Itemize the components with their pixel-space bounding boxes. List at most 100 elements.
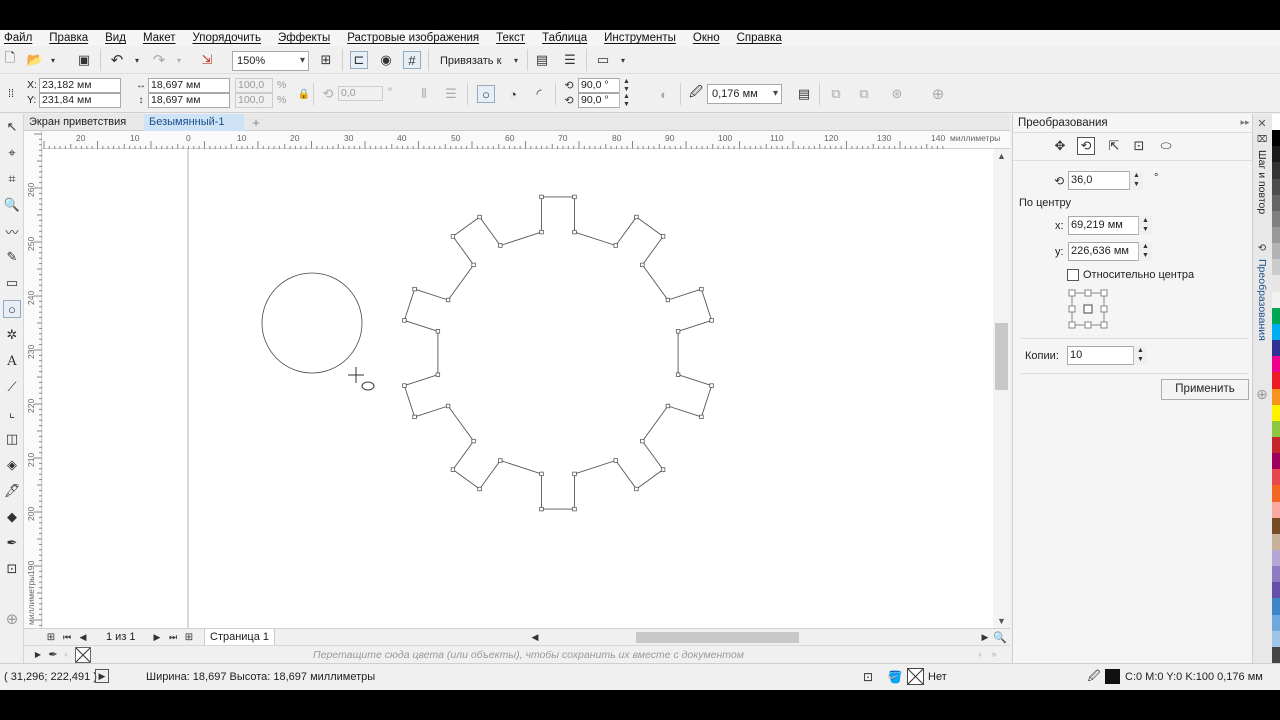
new-document-icon[interactable]: 🗋: [1, 50, 19, 69]
color-swatch[interactable]: [1272, 146, 1280, 164]
drop-shadow-tool-icon[interactable]: ◫: [3, 430, 21, 448]
scrollbar-thumb[interactable]: [995, 323, 1008, 390]
rotation-angle-field[interactable]: 0,0: [338, 86, 383, 101]
text-tool-icon[interactable]: A: [3, 352, 21, 370]
redo-icon[interactable]: ↷: [150, 51, 168, 69]
horizontal-scrollbar-thumb[interactable]: [636, 632, 799, 643]
horizontal-ruler[interactable]: 20 10 0 10 20 30 40 50 60 70 80 90 100 1…: [42, 131, 1010, 149]
mesh-fill-tool-icon[interactable]: ⊡: [3, 560, 21, 578]
color-swatch[interactable]: [1272, 291, 1280, 309]
color-swatch[interactable]: [1272, 356, 1280, 374]
color-swatch[interactable]: [1272, 130, 1280, 148]
color-swatch[interactable]: [1272, 582, 1280, 600]
color-swatch[interactable]: [1272, 194, 1280, 212]
chevron-down-icon[interactable]: ▾: [614, 51, 632, 69]
color-swatch[interactable]: [1272, 404, 1280, 422]
full-screen-icon[interactable]: ⊞: [317, 51, 335, 69]
mirror-horizontal-icon[interactable]: ⫴: [415, 85, 433, 103]
color-swatch[interactable]: [1272, 114, 1280, 131]
size-transform-icon[interactable]: ⊡: [1130, 137, 1148, 155]
add-tool-icon[interactable]: ⊕: [3, 610, 21, 628]
chevron-down-icon[interactable]: ▾: [170, 51, 188, 69]
to-front-icon[interactable]: ⧉: [827, 85, 845, 103]
change-direction-icon[interactable]: ◐: [655, 85, 673, 103]
alignment-guides-icon[interactable]: ☰: [561, 51, 579, 69]
color-swatch[interactable]: [1272, 453, 1280, 471]
save-icon[interactable]: ▣: [75, 51, 93, 69]
reference-point-icon[interactable]: ⁞⁞: [2, 85, 20, 103]
center-y-field[interactable]: 226,636 мм: [1068, 242, 1139, 261]
document-color-icon[interactable]: ⊡: [859, 668, 877, 686]
menu-view[interactable]: Вид: [105, 32, 126, 44]
scale-y-field[interactable]: 100,0: [235, 93, 273, 108]
outline-color-swatch[interactable]: [1105, 669, 1120, 684]
pick-tool-icon[interactable]: ↖: [3, 118, 21, 136]
color-swatch[interactable]: [1272, 469, 1280, 487]
double-chevron-right-icon[interactable]: »: [988, 646, 1000, 662]
insert-page-before-icon[interactable]: ⊞: [44, 629, 58, 645]
color-swatch[interactable]: [1272, 533, 1280, 551]
color-swatch[interactable]: [1272, 436, 1280, 454]
pie-mode-icon[interactable]: ◔: [504, 85, 522, 103]
color-swatch[interactable]: [1272, 259, 1280, 277]
add-icon[interactable]: ⊕: [929, 85, 947, 103]
mirror-vertical-icon[interactable]: ☰: [442, 85, 460, 103]
add-docker-icon[interactable]: ⊕: [1254, 386, 1270, 402]
add-tab-icon[interactable]: +: [248, 114, 264, 130]
position-transform-icon[interactable]: ✥: [1051, 137, 1069, 155]
circle-shape[interactable]: [261, 272, 363, 374]
gear-shape[interactable]: [403, 196, 713, 510]
menu-effects[interactable]: Эффекты: [278, 32, 330, 44]
arc-end-spinner[interactable]: ▲ ▼: [619, 93, 633, 108]
y-position-field[interactable]: 231,84 мм: [39, 93, 121, 108]
rotation-angle-spinner[interactable]: ▲ ▼: [1129, 171, 1143, 190]
page-tab[interactable]: Страница 1: [204, 629, 276, 646]
undo-icon[interactable]: ↶: [108, 51, 126, 69]
color-swatch[interactable]: [1272, 210, 1280, 228]
previous-page-icon[interactable]: ◀: [76, 629, 90, 645]
relative-center-checkbox[interactable]: [1067, 269, 1079, 281]
palette-menu-icon[interactable]: ▶: [32, 646, 44, 662]
color-swatch[interactable]: [1272, 485, 1280, 503]
chevron-down-icon[interactable]: ▾: [507, 51, 525, 69]
rotate-transform-icon[interactable]: ⟲: [1077, 137, 1095, 155]
first-page-icon[interactable]: ⏮: [60, 629, 74, 645]
skew-transform-icon[interactable]: ⬭: [1157, 137, 1175, 155]
color-swatch[interactable]: [1272, 630, 1280, 648]
color-swatch[interactable]: [1272, 178, 1280, 196]
polygon-tool-icon[interactable]: ✲: [3, 326, 21, 344]
next-page-icon[interactable]: ▶: [150, 629, 164, 645]
zoom-navigator-icon[interactable]: 🔍: [993, 629, 1007, 645]
scale-x-field[interactable]: 100,0: [235, 78, 273, 93]
outline-pen-icon[interactable]: 🖉: [1085, 668, 1103, 686]
arc-start-angle-field[interactable]: 90,0 °: [578, 78, 620, 93]
chevron-left-icon[interactable]: ‹: [61, 646, 71, 662]
menu-bitmaps[interactable]: Растровые изображения: [347, 32, 479, 44]
color-swatch[interactable]: [1272, 614, 1280, 632]
color-swatch[interactable]: [1272, 162, 1280, 180]
gear-outline[interactable]: [403, 196, 713, 510]
insert-page-after-icon[interactable]: ⊞: [182, 629, 196, 645]
height-field[interactable]: 18,697 мм: [148, 93, 230, 108]
convert-to-curves-icon[interactable]: ⊛: [888, 85, 906, 103]
snap-to-dropdown[interactable]: Привязать к: [440, 55, 501, 67]
arc-mode-icon[interactable]: ◜: [530, 85, 548, 103]
freehand-tool-icon[interactable]: 〰: [3, 222, 21, 240]
open-folder-icon[interactable]: 📂: [26, 51, 44, 69]
to-back-icon[interactable]: ⧉: [855, 85, 873, 103]
ellipse-mode-icon[interactable]: ○: [477, 85, 495, 103]
center-y-spinner[interactable]: ▲ ▼: [1138, 242, 1152, 261]
color-swatch[interactable]: [1272, 307, 1280, 325]
fill-bucket-icon[interactable]: 🪣: [886, 668, 904, 686]
color-swatch[interactable]: [1272, 517, 1280, 535]
color-swatch[interactable]: [1272, 549, 1280, 567]
color-swatch[interactable]: [1272, 501, 1280, 519]
color-swatch[interactable]: [1272, 372, 1280, 390]
width-field[interactable]: 18,697 мм: [148, 78, 230, 93]
options-icon[interactable]: ▤: [533, 51, 551, 69]
scroll-up-icon[interactable]: ▲: [993, 149, 1010, 163]
menu-help[interactable]: Справка: [737, 32, 782, 44]
rulers-icon[interactable]: ⊏: [350, 51, 368, 69]
menu-table[interactable]: Таблица: [542, 32, 587, 44]
menu-tools[interactable]: Инструменты: [604, 32, 676, 44]
